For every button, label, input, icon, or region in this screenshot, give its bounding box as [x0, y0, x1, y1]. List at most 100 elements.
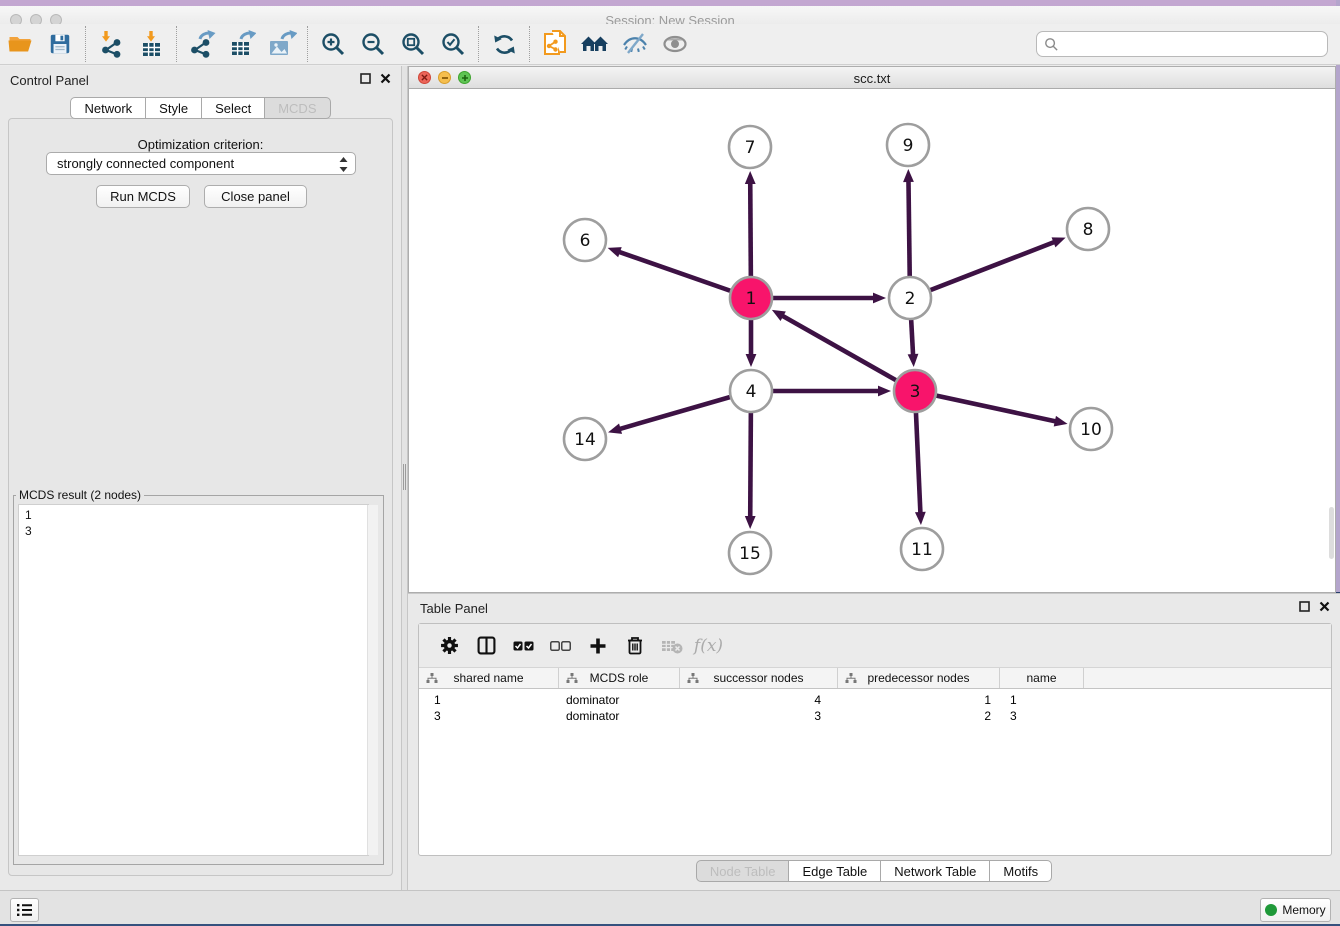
graph-arrowhead-2-8	[1052, 237, 1066, 247]
control-panel-title: Control Panel	[10, 73, 89, 88]
tab-node-table[interactable]: Node Table	[696, 860, 790, 882]
memory-button[interactable]: Memory	[1260, 898, 1331, 922]
shared-column-icon	[566, 673, 578, 684]
function-icon: f(x)	[694, 636, 723, 656]
zoom-fit-button[interactable]	[393, 25, 433, 63]
vertical-splitter[interactable]	[401, 66, 408, 890]
tab-motifs[interactable]: Motifs	[990, 860, 1052, 882]
import-table-button[interactable]	[131, 25, 171, 63]
optimization-criterion-select[interactable]: strongly connected component	[46, 152, 356, 175]
run-mcds-button[interactable]: Run MCDS	[96, 185, 190, 208]
tab-network-table[interactable]: Network Table	[881, 860, 990, 882]
tab-edge-table[interactable]: Edge Table	[789, 860, 881, 882]
add-column-button[interactable]	[579, 629, 616, 663]
tab-select[interactable]: Select	[202, 97, 265, 119]
refresh-view-button[interactable]	[484, 25, 524, 63]
hide-graphics-details-button[interactable]	[615, 25, 655, 63]
table-panel: Table Panel f(x) shared nameMCDS rolesuc…	[408, 593, 1340, 890]
column-header-successor-nodes[interactable]: successor nodes	[680, 668, 838, 688]
checked-boxes-icon	[513, 640, 534, 652]
column-header-name[interactable]: name	[1000, 668, 1084, 688]
network-document-button[interactable]	[535, 25, 575, 63]
column-header-shared-name[interactable]: shared name	[419, 668, 559, 688]
float-panel-icon[interactable]	[360, 73, 371, 84]
task-history-button[interactable]	[10, 898, 39, 922]
cell-successor-nodes[interactable]: 4	[680, 692, 838, 708]
graph-arrowhead-2-9	[903, 169, 914, 182]
cell-predecessor-nodes[interactable]: 2	[838, 708, 1000, 724]
graph-edge-2-8[interactable]	[910, 242, 1055, 298]
mcds-panel: Optimization criterion: strongly connect…	[8, 118, 393, 876]
cell-predecessor-nodes[interactable]: 1	[838, 692, 1000, 708]
eye-icon	[661, 31, 689, 57]
zoom-out-button[interactable]	[353, 25, 393, 63]
cell-name[interactable]: 1	[1000, 692, 1084, 708]
delete-table-button[interactable]	[653, 629, 690, 663]
shared-column-icon	[687, 673, 699, 684]
tab-network[interactable]: Network	[70, 97, 146, 119]
close-table-panel-icon[interactable]	[1319, 601, 1330, 612]
tab-mcds[interactable]: MCDS	[265, 97, 330, 119]
plus-icon	[589, 637, 607, 655]
desktop-edge-right	[1336, 0, 1340, 592]
shared-column-icon	[845, 673, 857, 684]
network-scrollbar[interactable]	[1329, 507, 1334, 559]
export-image-icon	[267, 30, 297, 58]
column-header-mcds-role[interactable]: MCDS role	[559, 668, 680, 688]
table-body: 1dominator4113dominator323	[419, 692, 1331, 724]
network-view-window: scc.txt 1234678910111415	[408, 66, 1336, 593]
node-table: shared nameMCDS rolesuccessor nodesprede…	[419, 668, 1331, 724]
mcds-result-text[interactable]: 1 3	[18, 504, 369, 856]
trash-icon	[626, 636, 644, 655]
toggle-column-pane-button[interactable]	[468, 629, 505, 663]
toolbar-separator	[529, 26, 530, 62]
select-all-columns-button[interactable]	[505, 629, 542, 663]
unchecked-boxes-icon	[550, 640, 571, 652]
network-window-titlebar[interactable]: scc.txt	[409, 67, 1335, 89]
close-panel-icon[interactable]	[380, 73, 391, 84]
export-image-button[interactable]	[262, 25, 302, 63]
cell-successor-nodes[interactable]: 3	[680, 708, 838, 724]
delete-column-button[interactable]	[616, 629, 653, 663]
network-canvas[interactable]: 1234678910111415	[409, 89, 1335, 592]
search-input[interactable]	[1059, 34, 1327, 54]
graph-edge-3-1[interactable]	[781, 315, 915, 391]
cell-shared-name[interactable]: 1	[419, 692, 559, 708]
export-network-button[interactable]	[182, 25, 222, 63]
open-file-button[interactable]	[0, 25, 40, 63]
column-pane-icon	[477, 636, 496, 655]
graph-arrowhead-1-4	[746, 354, 757, 367]
function-builder-button[interactable]: f(x)	[690, 629, 727, 663]
control-panel: Control Panel NetworkStyleSelectMCDS Opt…	[0, 66, 401, 890]
close-panel-button[interactable]: Close panel	[204, 185, 307, 208]
mcds-result-scrollbar[interactable]	[367, 505, 378, 855]
task-list-icon	[16, 903, 33, 917]
import-network-button[interactable]	[91, 25, 131, 63]
save-session-button[interactable]	[40, 25, 80, 63]
open-folder-icon	[7, 31, 34, 57]
node-table-container: f(x) shared nameMCDS rolesuccessor nodes…	[418, 623, 1332, 856]
float-table-panel-icon[interactable]	[1299, 601, 1310, 612]
delete-table-icon	[661, 638, 683, 654]
table-settings-button[interactable]	[431, 629, 468, 663]
unselect-all-columns-button[interactable]	[542, 629, 579, 663]
zoom-in-button[interactable]	[313, 25, 353, 63]
table-toolbar: f(x)	[419, 624, 1331, 668]
column-header-predecessor-nodes[interactable]: predecessor nodes	[838, 668, 1000, 688]
table-row: 3dominator323	[419, 708, 1331, 724]
memory-label: Memory	[1282, 903, 1325, 917]
splitter-grip[interactable]	[403, 464, 406, 490]
graph-arrowhead-3-10	[1054, 416, 1068, 427]
home-views-button[interactable]	[575, 25, 615, 63]
document-network-icon	[541, 29, 569, 59]
network-graph: 1234678910111415	[409, 89, 1335, 592]
zoom-selected-button[interactable]	[433, 25, 473, 63]
cell-shared-name[interactable]: 3	[419, 708, 559, 724]
cell-mcds-role[interactable]: dominator	[559, 708, 680, 724]
export-table-button[interactable]	[222, 25, 262, 63]
show-graphics-details-button[interactable]	[655, 25, 695, 63]
tab-style[interactable]: Style	[146, 97, 202, 119]
cell-name[interactable]: 3	[1000, 708, 1084, 724]
cell-mcds-role[interactable]: dominator	[559, 692, 680, 708]
network-window-title: scc.txt	[409, 71, 1335, 86]
